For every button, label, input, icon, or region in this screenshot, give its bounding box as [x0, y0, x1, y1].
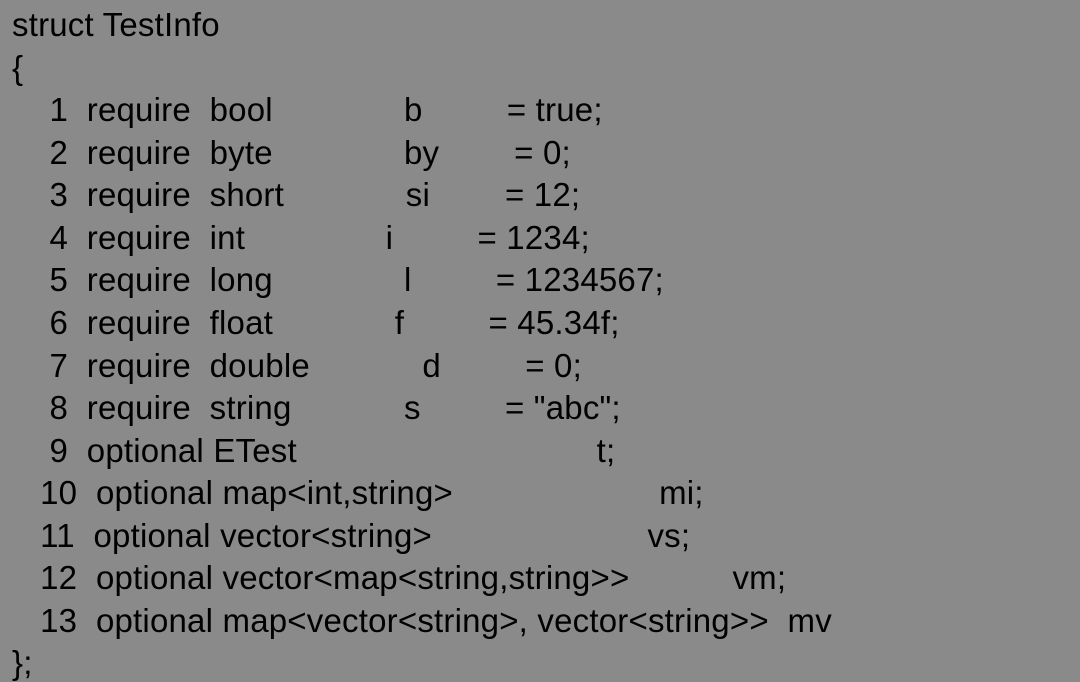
struct-name: TestInfo — [103, 6, 220, 43]
close-brace: }; — [12, 644, 33, 681]
struct-keyword: struct — [12, 6, 103, 43]
field-list: 1 require bool b = true; 2 require byte … — [12, 91, 832, 639]
open-brace: { — [12, 49, 23, 86]
code-block: struct TestInfo { 1 require bool b = tru… — [0, 0, 1080, 682]
